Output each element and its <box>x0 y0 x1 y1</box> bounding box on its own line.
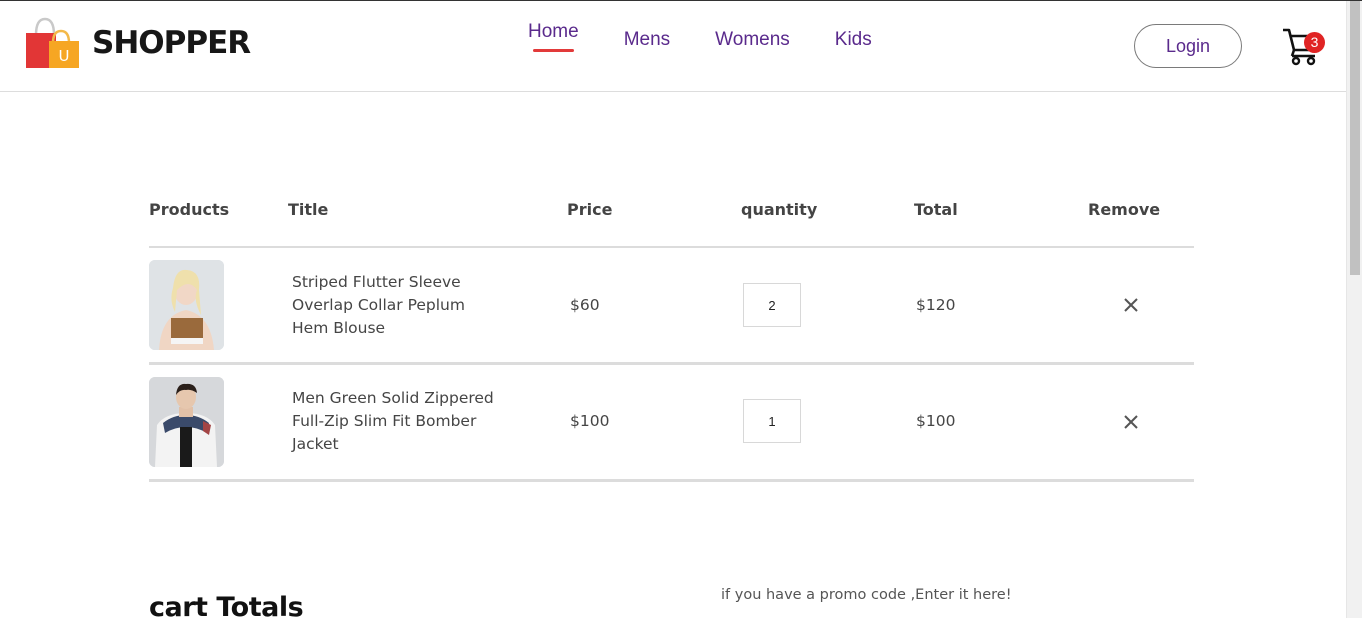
header-divider <box>149 246 1194 248</box>
vertical-scrollbar[interactable] <box>1346 1 1362 618</box>
remove-item-icon[interactable] <box>1121 295 1141 315</box>
cart-count-badge: 3 <box>1304 32 1325 53</box>
header-title: Title <box>288 200 329 219</box>
cart-button[interactable]: 3 <box>1282 26 1326 66</box>
product-title: Striped Flutter Sleeve Overlap Collar Pe… <box>292 273 465 337</box>
row-divider <box>149 479 1194 482</box>
promo-code-prompt: if you have a promo code ,Enter it here! <box>721 587 1012 603</box>
product-price: $60 <box>570 296 600 314</box>
cart-totals-heading: cart Totals <box>149 592 304 618</box>
logo-letter: U <box>59 47 70 65</box>
row-divider <box>149 362 1194 365</box>
main-menu: Home Mens Womens Kids <box>528 21 917 52</box>
product-image-jacket[interactable] <box>149 377 224 467</box>
brand-logo[interactable]: U SHOPPER <box>25 17 251 69</box>
brand-name: SHOPPER <box>92 25 251 61</box>
header-price: Price <box>567 200 613 219</box>
header-quantity: quantity <box>741 200 818 219</box>
nav-kids[interactable]: Kids <box>835 29 872 51</box>
shopping-bag-icon: U <box>26 17 79 68</box>
product-total: $100 <box>916 412 956 430</box>
nav-womens[interactable]: Womens <box>715 29 790 51</box>
scrollbar-thumb[interactable] <box>1350 1 1360 275</box>
remove-item-icon[interactable] <box>1121 412 1141 432</box>
product-price: $100 <box>570 412 610 430</box>
nav-mens[interactable]: Mens <box>624 29 670 51</box>
product-title: Men Green Solid Zippered Full-Zip Slim F… <box>292 389 494 453</box>
header-remove: Remove <box>1088 200 1161 219</box>
product-total: $120 <box>916 296 956 314</box>
quantity-input[interactable] <box>743 283 801 327</box>
navbar: U SHOPPER Home Mens Womens Kids Login 3 <box>0 1 1346 92</box>
header-total: Total <box>914 200 958 219</box>
quantity-input[interactable] <box>743 399 801 443</box>
product-image-blouse[interactable] <box>149 260 224 350</box>
login-button[interactable]: Login <box>1134 24 1242 68</box>
header-products: Products <box>149 200 230 219</box>
nav-home[interactable]: Home <box>528 21 579 52</box>
